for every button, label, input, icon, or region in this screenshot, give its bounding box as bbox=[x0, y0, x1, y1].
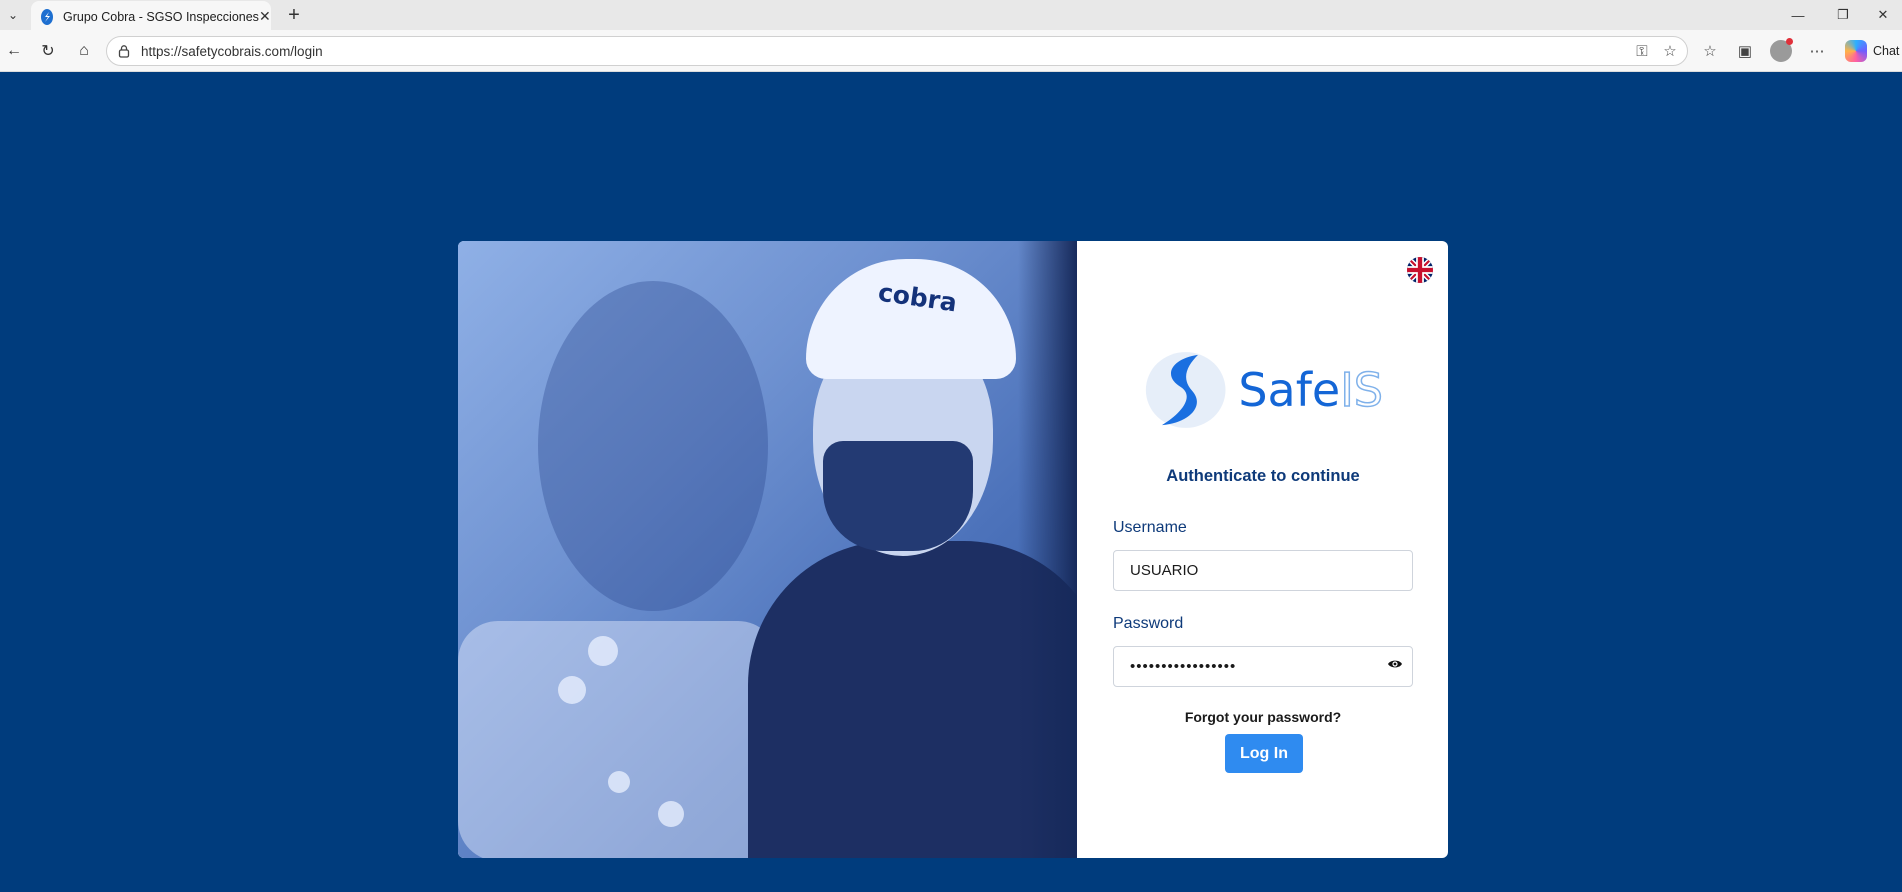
restore-icon[interactable]: ❐ bbox=[1828, 3, 1858, 27]
photo-bokeh bbox=[608, 771, 630, 793]
browser-tab-active[interactable]: Grupo Cobra - SGSO Inspecciones ✕ bbox=[31, 1, 271, 32]
safeis-logo-mark-icon bbox=[1145, 352, 1226, 428]
photo-bokeh bbox=[558, 676, 586, 704]
photo-background-tree bbox=[538, 281, 768, 611]
username-label: Username bbox=[1113, 519, 1187, 536]
password-label: Password bbox=[1113, 615, 1184, 632]
window-close-icon[interactable]: ✕ bbox=[1868, 3, 1898, 27]
photo-bokeh bbox=[588, 636, 618, 666]
copilot-icon[interactable] bbox=[1845, 40, 1867, 62]
tab-title: Grupo Cobra - SGSO Inspecciones bbox=[63, 9, 259, 24]
photo-shadow bbox=[1018, 241, 1077, 858]
login-card: cobra SafeIS Authenticate to continue Us… bbox=[458, 241, 1448, 858]
address-bar[interactable]: https://safetycobrais.com/login ⚿ ☆ bbox=[106, 36, 1688, 66]
chat-label[interactable]: Chat bbox=[1873, 44, 1899, 58]
username-input[interactable] bbox=[1113, 550, 1413, 591]
photo-background-vehicle bbox=[458, 621, 778, 858]
logo-is-text: IS bbox=[1339, 362, 1383, 418]
tab-close-icon[interactable]: ✕ bbox=[259, 8, 271, 26]
back-arrow-icon[interactable]: ← bbox=[2, 39, 26, 63]
key-icon[interactable]: ⚿ bbox=[1631, 40, 1653, 62]
show-password-eye-icon[interactable] bbox=[1387, 656, 1403, 672]
logo-safe-text: Safe bbox=[1238, 363, 1341, 417]
tab-list-chevron-icon[interactable]: ⌄ bbox=[4, 6, 22, 24]
refresh-icon[interactable]: ↻ bbox=[36, 39, 60, 63]
browser-tab-bar: ⌄ Grupo Cobra - SGSO Inspecciones ✕ + — … bbox=[0, 0, 1902, 32]
uk-flag-icon[interactable] bbox=[1407, 257, 1433, 283]
safeis-logo: SafeIS bbox=[1143, 345, 1384, 435]
favorites-icon[interactable]: ☆ bbox=[1699, 40, 1721, 62]
home-icon[interactable]: ⌂ bbox=[72, 39, 96, 63]
login-button[interactable]: Log In bbox=[1225, 734, 1303, 773]
forgot-password-link[interactable]: Forgot your password? bbox=[1077, 709, 1448, 725]
browser-toolbar: ← ↻ ⌂ https://safetycobrais.com/login ⚿ … bbox=[0, 30, 1902, 72]
worker-photo: cobra bbox=[458, 241, 1077, 858]
password-input[interactable] bbox=[1113, 646, 1413, 687]
lock-icon bbox=[118, 45, 130, 58]
safeis-wordmark: SafeIS bbox=[1238, 362, 1383, 418]
login-form: SafeIS Authenticate to continue Username… bbox=[1077, 241, 1448, 858]
new-tab-icon[interactable]: + bbox=[282, 3, 306, 27]
more-menu-icon[interactable]: ⋯ bbox=[1806, 40, 1828, 62]
favorite-star-icon[interactable]: ☆ bbox=[1659, 40, 1681, 62]
minimize-icon[interactable]: — bbox=[1783, 3, 1813, 27]
form-subtitle: Authenticate to continue bbox=[1166, 467, 1360, 485]
collections-icon[interactable]: ▣ bbox=[1734, 40, 1756, 62]
photo-bokeh bbox=[658, 801, 684, 827]
photo-beard bbox=[823, 441, 973, 551]
site-favicon-icon bbox=[41, 8, 53, 25]
notification-dot bbox=[1786, 38, 1793, 45]
url-text[interactable]: https://safetycobrais.com/login bbox=[141, 44, 1631, 59]
photo-helmet bbox=[806, 259, 1016, 379]
